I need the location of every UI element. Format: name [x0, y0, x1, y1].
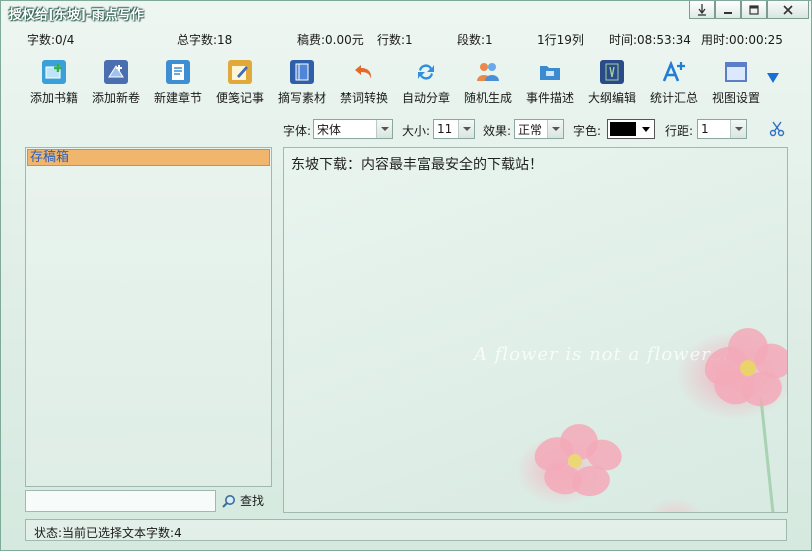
- minimize-button[interactable]: [715, 1, 741, 19]
- auto-split-button[interactable]: 自动分章: [395, 57, 457, 109]
- color-swatch: [610, 122, 636, 136]
- paragraph-count: 段数:1: [457, 33, 493, 47]
- clock-time: 时间:08:53:34: [609, 33, 691, 47]
- word-convert-button[interactable]: 禁词转换: [333, 57, 395, 109]
- editor-content[interactable]: 东坡下载：内容最丰富最安全的下载站！: [291, 154, 543, 174]
- outline-edit-button[interactable]: 大纲编辑: [581, 57, 643, 109]
- effect-label: 效果:: [483, 124, 512, 138]
- flower-decoration-2: [524, 418, 644, 512]
- folder-icon: [538, 60, 562, 84]
- add-volume-button[interactable]: 添加新卷: [85, 57, 147, 109]
- event-describe-button[interactable]: 事件描述: [519, 57, 581, 109]
- tree-item-drafts[interactable]: 存稿箱: [27, 149, 270, 166]
- new-chapter-button[interactable]: 新建章节: [147, 57, 209, 109]
- refresh-icon: [414, 60, 438, 84]
- window-view-icon: [724, 60, 748, 84]
- size-dropdown-icon: [458, 120, 474, 138]
- notepad-button[interactable]: 便笺记事: [209, 57, 271, 109]
- add-volume-label: 添加新卷: [91, 91, 140, 105]
- material-label: 摘写素材: [277, 91, 326, 105]
- char-count: 字数:0/4: [27, 33, 75, 47]
- window-title: 授权给[东坡]-雨点写作: [9, 8, 144, 23]
- add-book-button[interactable]: 添加书籍: [23, 57, 85, 109]
- notepad-icon: [228, 60, 252, 84]
- fee-display: 稿费:0.00元: [297, 33, 364, 47]
- spacing-label: 行距:: [665, 124, 694, 138]
- spacing-select-value: 1: [701, 122, 709, 136]
- window-controls: [689, 1, 809, 19]
- search-button-label: 查找: [240, 494, 265, 508]
- random-generate-button[interactable]: 随机生成: [457, 57, 519, 109]
- status-bar: 状态:当前已选择文本字数:4: [25, 519, 787, 541]
- notepad-label: 便笺记事: [215, 91, 264, 105]
- statistics-button[interactable]: 统计汇总: [643, 57, 705, 109]
- spacing-dropdown-icon: [730, 120, 746, 138]
- minimize-icon: [724, 11, 732, 14]
- outline-book-icon: [600, 60, 624, 84]
- statistics-label: 统计汇总: [649, 91, 698, 105]
- maximize-button[interactable]: [741, 1, 767, 19]
- word-convert-label: 禁词转换: [339, 91, 388, 105]
- flower-decoration: [684, 308, 787, 512]
- add-book-label: 添加书籍: [29, 91, 78, 105]
- effect-select-value: 正常: [518, 122, 543, 137]
- total-char-count: 总字数:18: [177, 33, 233, 47]
- cursor-position: 1行19列: [537, 33, 584, 47]
- view-settings-button[interactable]: 视图设置: [705, 57, 767, 109]
- size-select-value: 11: [437, 122, 453, 136]
- material-book-icon: [290, 60, 314, 84]
- search-icon: [222, 494, 235, 508]
- text-editor[interactable]: 东坡下载：内容最丰富最安全的下载站！ A flower is not a flo…: [283, 147, 788, 513]
- users-icon: [476, 60, 500, 84]
- font-label: 字体:: [283, 124, 312, 138]
- format-bar: 字体: 宋体 大小: 11 效果: 正常 字色: 行距: 1: [1, 119, 811, 139]
- close-icon: [783, 4, 793, 15]
- font-dropdown-icon: [376, 120, 392, 138]
- auto-split-label: 自动分章: [401, 91, 450, 105]
- add-volume-icon: [104, 60, 128, 84]
- new-chapter-icon: [166, 60, 190, 84]
- main-toolbar: 添加书籍 添加新卷 新建章节 便笺记事 摘写素材 禁词转换 自动分章 随机生成 …: [23, 57, 767, 109]
- color-label: 字色:: [573, 124, 602, 138]
- color-picker[interactable]: [607, 119, 655, 139]
- line-count: 行数:1: [377, 33, 413, 47]
- spacing-select[interactable]: 1: [697, 119, 747, 139]
- event-describe-label: 事件描述: [525, 91, 574, 105]
- app-window: 授权给[东坡]-雨点写作 字数:0/4 总字数:18 稿费:0.00元 行数:1…: [0, 0, 812, 551]
- effect-select[interactable]: 正常: [514, 119, 564, 139]
- chevron-down-icon[interactable]: [767, 73, 779, 83]
- scissors-icon[interactable]: [769, 121, 785, 140]
- outline-edit-label: 大纲编辑: [587, 91, 636, 105]
- size-select[interactable]: 11: [433, 119, 475, 139]
- elapsed-time: 用时:00:00:25: [701, 33, 783, 47]
- maximize-icon: [749, 4, 759, 15]
- book-tree-panel: 存稿箱: [25, 147, 272, 487]
- search-input[interactable]: [25, 490, 216, 512]
- new-chapter-label: 新建章节: [153, 91, 202, 105]
- search-button[interactable]: 查找: [222, 492, 264, 509]
- close-button[interactable]: [767, 1, 809, 19]
- stats-bar: 字数:0/4 总字数:18 稿费:0.00元 行数:1 段数:1 1行19列 时…: [1, 29, 811, 49]
- status-text: 状态:当前已选择文本字数:4: [34, 526, 182, 540]
- title-bar: 授权给[东坡]-雨点写作: [1, 1, 811, 25]
- font-select[interactable]: 宋体: [313, 119, 393, 139]
- add-book-icon: [42, 60, 66, 84]
- pin-button[interactable]: [689, 1, 715, 19]
- random-generate-label: 随机生成: [463, 91, 512, 105]
- pin-icon: [698, 3, 706, 16]
- size-label: 大小:: [402, 124, 431, 138]
- font-increase-icon: [662, 60, 686, 84]
- view-settings-label: 视图设置: [711, 91, 760, 105]
- font-select-value: 宋体: [317, 122, 342, 137]
- material-button[interactable]: 摘写素材: [271, 57, 333, 109]
- undo-arrow-icon: [352, 60, 376, 84]
- color-dropdown-icon: [642, 126, 650, 132]
- effect-dropdown-icon: [547, 120, 563, 138]
